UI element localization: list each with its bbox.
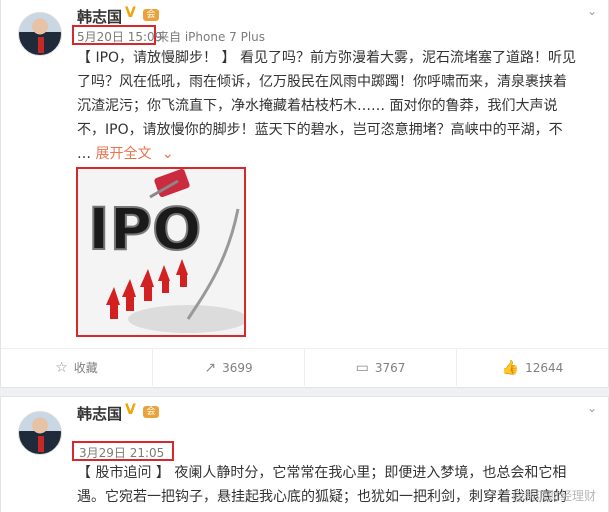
chevron-down-icon[interactable]: ⌄ — [587, 401, 597, 415]
post-image[interactable]: IPO — [76, 167, 246, 337]
comment-button[interactable]: ▭ 3767 — [305, 349, 457, 386]
post-action-bar: ☆ 收藏 ↗ 3699 ▭ 3767 👍 12644 — [1, 348, 608, 386]
post-source: 来自 iPhone 7 Plus — [157, 28, 265, 45]
ipo-illustration: IPO — [78, 169, 244, 335]
author-avatar[interactable] — [18, 411, 62, 455]
post-time[interactable]: 3月29日 21:05 — [79, 444, 164, 461]
star-icon: ☆ — [55, 359, 68, 376]
author-name[interactable]: 韩志国 — [77, 6, 122, 27]
verified-badge-icon: V — [125, 402, 136, 418]
weibo-post-1: 韩志国 V 会 ⌄ 5月20日 15:09 来自 iPhone 7 Plus 【… — [0, 0, 609, 388]
like-button[interactable]: 👍 12644 — [457, 349, 608, 386]
watermark: @新浪财经理财 — [511, 489, 596, 503]
weibo-post-2: 韩志国 V 会 ⌄ 3月29日 21:05 【 股市追问 】 夜阑人静时分，它常… — [0, 396, 609, 512]
thumbs-up-icon: 👍 — [501, 359, 520, 376]
post-line-expand: … 展开全文 ⌄ — [77, 146, 174, 162]
member-crown-icon: 会 — [143, 406, 159, 418]
repost-button[interactable]: ↗ 3699 — [153, 349, 305, 386]
source-prefix: 来自 — [157, 30, 182, 44]
post-body: 【 股市追问 】 夜阑人静时分，它常常在我心里；即便进入梦境，也总会和它相 遇。… — [77, 461, 577, 509]
post-line: 【 IPO，请放慢脚步！ 】 看见了吗？前方弥漫着大雾，泥石流堵塞了道路！听见 — [77, 50, 576, 66]
post-line: 遇。它宛若一把钩子，悬挂起我心底的狐疑；也犹如一把利剑，刺穿着我眼底的 — [77, 489, 567, 505]
chevron-down-icon[interactable]: ⌄ — [587, 4, 597, 18]
source-link[interactable]: iPhone 7 Plus — [185, 30, 265, 44]
author-name[interactable]: 韩志国 — [77, 403, 122, 424]
member-crown-icon: 会 — [143, 9, 159, 21]
comment-count: 3767 — [374, 360, 406, 375]
verified-badge-icon: V — [125, 5, 136, 21]
like-count: 12644 — [525, 360, 564, 375]
favorite-button[interactable]: ☆ 收藏 — [1, 349, 153, 386]
chevron-down-icon[interactable]: ⌄ — [162, 146, 174, 162]
post-line: 沉渣泥污；你飞流直下，净水掩藏着枯枝朽木…… 面对你的鲁莽，我们大声说 — [77, 98, 558, 114]
ipo-letters: IPO — [88, 195, 201, 263]
repost-count: 3699 — [222, 360, 253, 375]
post-time[interactable]: 5月20日 15:09 — [77, 28, 162, 45]
author-avatar[interactable] — [18, 12, 62, 56]
post-line: 【 股市追问 】 夜阑人静时分，它常常在我心里；即便进入梦境，也总会和它相 — [77, 465, 567, 481]
favorite-label: 收藏 — [73, 361, 98, 375]
comment-icon: ▭ — [355, 359, 369, 376]
expand-full-text-link[interactable]: 展开全文 — [95, 146, 151, 162]
post-line: 了吗？风在低吼，雨在倾诉，亿万股民在风雨中踯躅！你呼啸而来，清泉裹挟着 — [77, 74, 567, 90]
repost-icon: ↗ — [204, 359, 217, 376]
post-line: 不，IPO，请放慢你的脚步！蓝天下的碧水，岂可恣意拥堵？高峡中的平湖，不 — [77, 122, 563, 138]
post-body: 【 IPO，请放慢脚步！ 】 看见了吗？前方弥漫着大雾，泥石流堵塞了道路！听见 … — [77, 46, 577, 166]
